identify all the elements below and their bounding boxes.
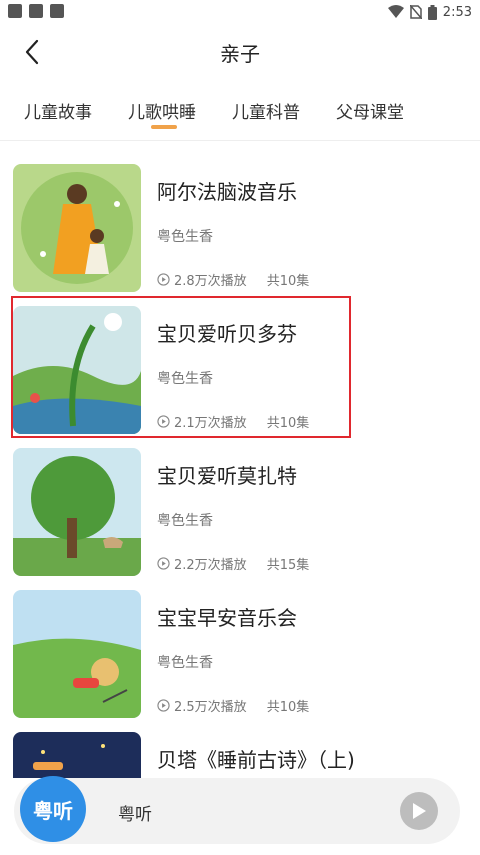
episode-count: 共15集 xyxy=(266,558,310,573)
episode-count: 共10集 xyxy=(266,700,310,715)
notification-icon xyxy=(50,4,64,18)
album-title: 阿尔法脑波音乐 xyxy=(157,180,297,204)
header: 亲子 xyxy=(0,24,480,80)
play-count: 2.2万次播放 xyxy=(174,558,247,573)
album-title: 贝塔《睡前古诗》（上) xyxy=(157,748,355,772)
highlight-frame xyxy=(11,296,351,438)
album-stats: 2.2万次播放 共15集 xyxy=(157,554,309,573)
active-tab-indicator xyxy=(151,125,177,129)
album-title: 宝宝早安音乐会 xyxy=(157,606,297,630)
battery-icon xyxy=(427,4,437,20)
album-author: 粤色生香 xyxy=(157,513,213,529)
album-cover xyxy=(13,164,141,292)
album-stats: 2.8万次播放 共10集 xyxy=(157,270,309,289)
tab-lullabies[interactable]: 儿歌哄睡 xyxy=(128,98,196,123)
play-count-icon xyxy=(157,557,170,570)
play-count: 2.8万次播放 xyxy=(174,274,247,289)
status-bar: 2:53 xyxy=(0,0,480,24)
play-count-icon xyxy=(157,273,170,286)
wifi-icon xyxy=(387,5,404,18)
list-item[interactable]: 贝塔《睡前古诗》（上) xyxy=(0,718,480,778)
play-button[interactable] xyxy=(400,792,438,830)
album-title: 宝贝爱听莫扎特 xyxy=(157,464,297,488)
episode-count: 共10集 xyxy=(266,274,310,289)
tab-science[interactable]: 儿童科普 xyxy=(232,98,300,123)
album-cover xyxy=(13,732,141,778)
album-cover xyxy=(13,590,141,718)
album-author: 粤色生香 xyxy=(157,229,213,245)
status-time: 2:53 xyxy=(442,4,472,20)
list-item[interactable]: 宝宝早安音乐会 粤色生香 2.5万次播放 共10集 xyxy=(0,576,480,718)
divider xyxy=(0,140,480,141)
notification-icon xyxy=(29,4,43,18)
no-sim-icon xyxy=(409,5,422,19)
player-label: 粤听 xyxy=(118,805,152,825)
tab-parenting[interactable]: 父母课堂 xyxy=(336,98,404,123)
play-count: 2.5万次播放 xyxy=(174,700,247,715)
list-item[interactable]: 宝贝爱听莫扎特 粤色生香 2.2万次播放 共15集 xyxy=(0,434,480,576)
mini-player[interactable]: 粤听 粤听 xyxy=(14,776,460,844)
list-item[interactable]: 阿尔法脑波音乐 粤色生香 2.8万次播放 共10集 xyxy=(0,150,480,292)
album-cover xyxy=(13,448,141,576)
page-title: 亲子 xyxy=(220,42,260,66)
notification-icon xyxy=(8,4,22,18)
category-tabs: 儿童故事 儿歌哄睡 儿童科普 父母课堂 xyxy=(0,88,480,132)
tab-stories[interactable]: 儿童故事 xyxy=(24,98,92,123)
player-logo[interactable]: 粤听 xyxy=(20,776,86,842)
album-stats: 2.5万次播放 共10集 xyxy=(157,696,309,715)
play-icon xyxy=(413,803,426,819)
play-count-icon xyxy=(157,699,170,712)
album-author: 粤色生香 xyxy=(157,655,213,671)
